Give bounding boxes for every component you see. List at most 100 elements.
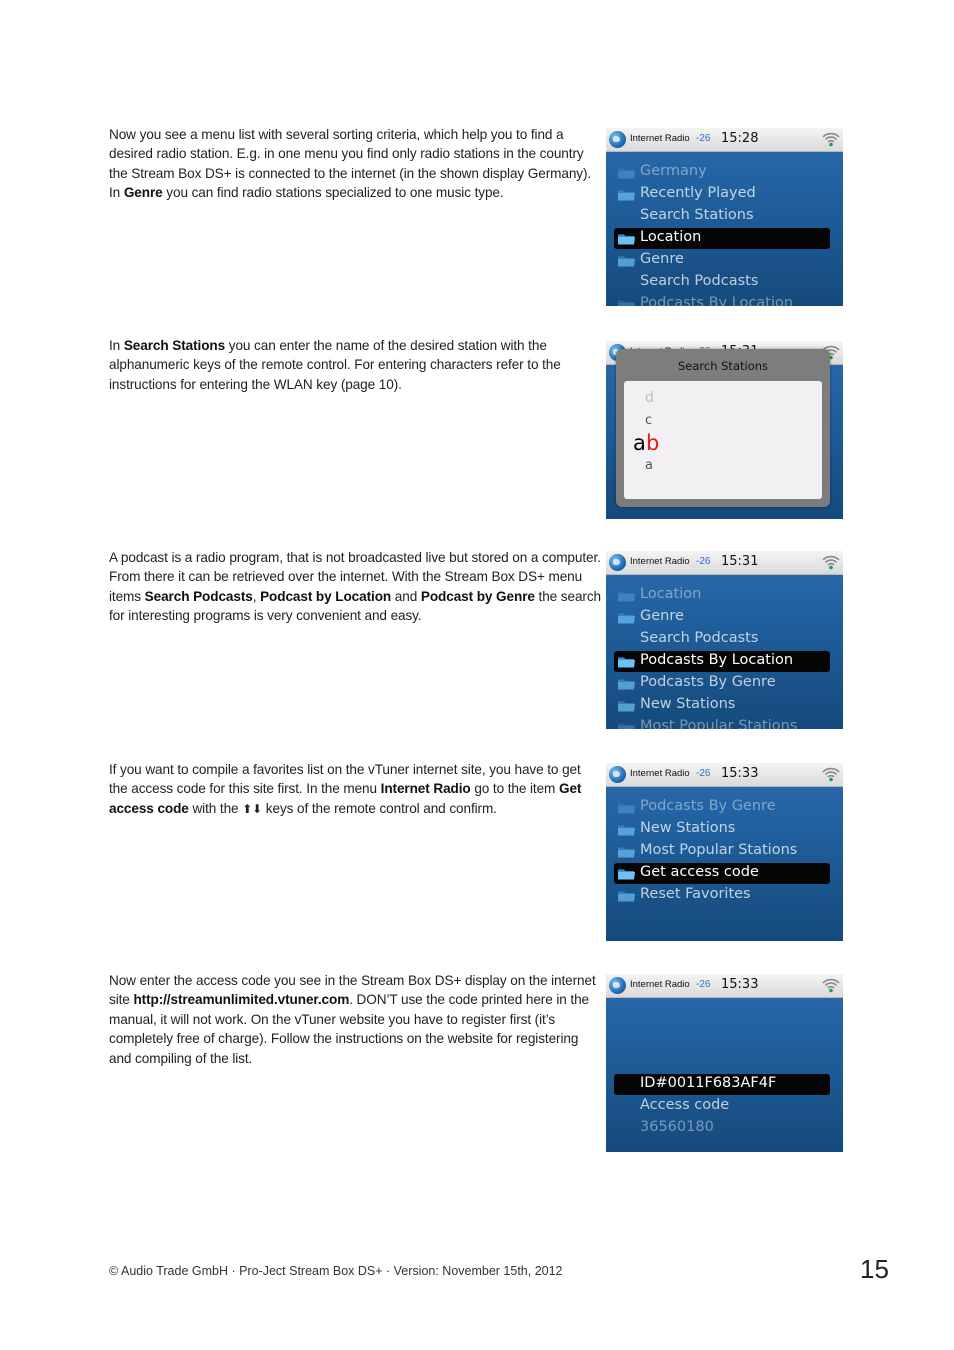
wifi-icon bbox=[822, 553, 840, 571]
bold-term: Internet Radio bbox=[380, 781, 471, 797]
paragraph-access-code: If you want to compile a favorites list … bbox=[109, 760, 601, 819]
text-run: In bbox=[109, 338, 124, 353]
folder-icon bbox=[618, 656, 635, 668]
folder-icon bbox=[618, 167, 635, 179]
menu-item-label: New Stations bbox=[640, 820, 736, 836]
screenshot-internet-radio-menu-access-code: Internet Radio -26 15:33 Podcasts By Genre N… bbox=[606, 763, 843, 941]
paragraph-search-stations: In Search Stations you can enter the nam… bbox=[109, 336, 601, 394]
current-char: b bbox=[646, 431, 660, 455]
text-run: and bbox=[391, 588, 421, 604]
bar-title: Internet Radio bbox=[630, 979, 690, 990]
status-bar: Internet Radio -26 15:28 bbox=[606, 128, 843, 152]
signal-strength: -26 bbox=[696, 133, 711, 144]
char-option-c: c bbox=[645, 413, 653, 428]
screenshot-search-stations-dialog: Internet Radio -26 15:31 Search Stations… bbox=[606, 341, 843, 519]
globe-icon bbox=[609, 554, 626, 571]
folder-icon bbox=[618, 255, 635, 267]
folder-icon bbox=[618, 233, 635, 245]
menu-item-label: 36560180 bbox=[640, 1119, 714, 1135]
menu-item[interactable]: Podcasts By Genre bbox=[614, 797, 830, 818]
signal-strength: -26 bbox=[696, 768, 711, 779]
status-bar: Internet Radio -26 15:31 bbox=[606, 551, 843, 575]
menu-item-label: Location bbox=[640, 586, 702, 602]
typed-text: a bbox=[633, 431, 646, 455]
clock: 15:33 bbox=[721, 766, 759, 781]
menu-item-selected[interactable]: Get access code bbox=[614, 863, 830, 884]
globe-icon bbox=[609, 131, 626, 148]
signal-strength: -26 bbox=[696, 556, 711, 567]
menu-item-label: Search Stations bbox=[640, 207, 754, 223]
folder-icon bbox=[618, 612, 635, 624]
menu-item[interactable]: New Stations bbox=[614, 695, 830, 716]
menu-item-label: Podcasts By Location bbox=[640, 652, 794, 668]
menu-item[interactable]: Podcasts By Genre bbox=[614, 673, 830, 694]
bold-term: Search Stations bbox=[123, 338, 226, 353]
menu-item[interactable]: New Stations bbox=[614, 819, 830, 840]
up-down-arrow-icon: ⬆⬇ bbox=[242, 801, 263, 816]
wifi-icon bbox=[822, 765, 840, 783]
menu-item-label: Reset Favorites bbox=[640, 886, 751, 902]
globe-icon bbox=[609, 766, 626, 783]
text-run: go to the item bbox=[470, 781, 559, 797]
menu-item-label: Podcasts By Genre bbox=[640, 674, 776, 690]
status-bar: Internet Radio -26 15:33 bbox=[606, 763, 843, 787]
bar-title: Internet Radio bbox=[630, 133, 690, 144]
folder-icon bbox=[618, 890, 635, 902]
menu-item-label: ID#0011F683AF4F bbox=[640, 1075, 777, 1091]
bold-term: Search Podcasts bbox=[144, 588, 253, 604]
bar-title: Internet Radio bbox=[630, 556, 690, 567]
folder-icon bbox=[618, 700, 635, 712]
menu-item[interactable]: Most Popular Stations bbox=[614, 841, 830, 862]
menu-item[interactable]: Podcasts By Location bbox=[614, 294, 830, 306]
char-option-d: d bbox=[645, 390, 654, 406]
menu-item[interactable]: Search Podcasts bbox=[614, 272, 830, 293]
menu-item-label: Access code bbox=[640, 1097, 730, 1113]
menu-item[interactable]: Search Stations bbox=[614, 206, 830, 227]
menu-item[interactable]: 36560180 bbox=[614, 1118, 830, 1139]
menu-item[interactable]: Recently Played bbox=[614, 184, 830, 205]
menu-item-label: New Stations bbox=[640, 696, 736, 712]
menu-item[interactable]: Most Popular Stations bbox=[614, 717, 830, 729]
menu-item-label: Genre bbox=[640, 608, 684, 624]
folder-icon bbox=[618, 802, 635, 814]
bar-title: Internet Radio bbox=[630, 768, 690, 779]
menu-item[interactable]: Genre bbox=[614, 250, 830, 271]
menu-item-label: Location bbox=[640, 229, 702, 245]
menu-item-selected[interactable]: Podcasts By Location bbox=[614, 651, 830, 672]
paragraph-podcasts: A podcast is a radio program, that is no… bbox=[109, 548, 601, 626]
menu-item[interactable]: Access code bbox=[614, 1096, 830, 1117]
screenshot-internet-radio-menu-podcasts: Internet Radio -26 15:31 Location Genre Searc… bbox=[606, 551, 843, 729]
search-dialog: Search Stations d c a b a bbox=[616, 349, 830, 507]
menu-item[interactable]: Genre bbox=[614, 607, 830, 628]
menu-item-selected[interactable]: ID#0011F683AF4F bbox=[614, 1074, 830, 1095]
clock: 15:31 bbox=[721, 554, 759, 569]
menu-item-label: Podcasts By Genre bbox=[640, 798, 776, 814]
bold-term: Podcast by Location bbox=[260, 588, 392, 604]
page-number: 15 bbox=[860, 1254, 889, 1284]
text-entry-box[interactable]: d c a b a bbox=[624, 381, 822, 499]
menu-item-label: Podcasts By Location bbox=[640, 295, 794, 306]
menu-item[interactable]: Germany bbox=[614, 162, 830, 183]
clock: 15:28 bbox=[721, 131, 759, 146]
bold-term: http://streamunlimited.vtuner.com bbox=[133, 992, 350, 1008]
footer-copyright: © Audio Trade GmbH · Pro-Ject Stream Box… bbox=[109, 1264, 563, 1278]
folder-icon bbox=[618, 824, 635, 836]
menu-item[interactable]: Location bbox=[614, 585, 830, 606]
menu-item-selected[interactable]: Location bbox=[614, 228, 830, 249]
char-option-a: a bbox=[645, 458, 653, 473]
folder-icon bbox=[618, 846, 635, 858]
menu-item[interactable]: Search Podcasts bbox=[614, 629, 830, 650]
text-run: , bbox=[252, 588, 261, 604]
dialog-title: Search Stations bbox=[677, 359, 769, 373]
menu-item-label: Search Podcasts bbox=[640, 630, 759, 646]
menu-item[interactable]: Reset Favorites bbox=[614, 885, 830, 906]
menu-item-label: Germany bbox=[640, 163, 707, 179]
folder-icon bbox=[618, 868, 635, 880]
signal-strength: -26 bbox=[696, 979, 711, 990]
folder-icon bbox=[618, 189, 635, 201]
wifi-icon bbox=[822, 130, 840, 148]
bold-term: Podcast by Genre bbox=[420, 588, 535, 604]
folder-icon bbox=[618, 678, 635, 690]
text-run: with the bbox=[188, 800, 243, 816]
menu-item-label: Most Popular Stations bbox=[640, 842, 798, 858]
